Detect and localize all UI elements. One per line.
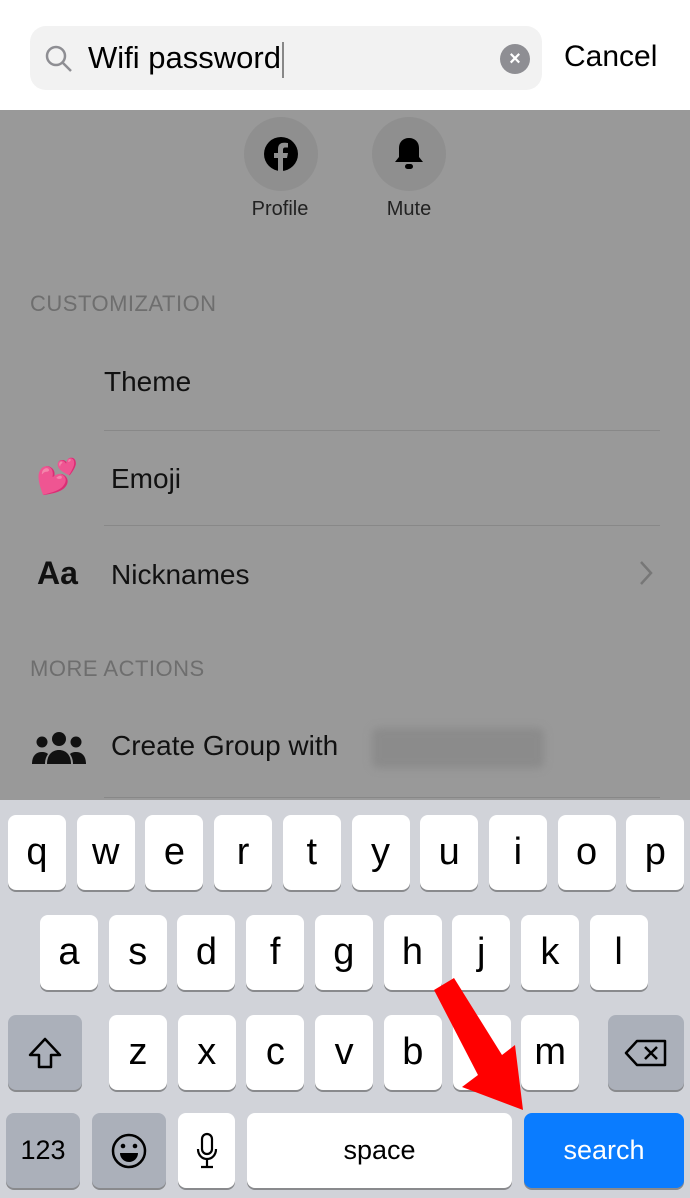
key-y[interactable]: y — [351, 815, 410, 890]
key-t[interactable]: t — [282, 815, 341, 890]
nicknames-icon: Aa — [37, 555, 78, 591]
search-input[interactable]: Wifi password × — [30, 26, 542, 90]
emoji-icon: 💕 — [36, 458, 79, 496]
microphone-icon — [196, 1132, 217, 1168]
key-s[interactable]: s — [108, 915, 167, 990]
key-f[interactable]: f — [246, 915, 305, 990]
mute-button[interactable] — [372, 117, 446, 191]
key-l[interactable]: l — [589, 915, 648, 990]
smiley-icon — [111, 1133, 147, 1168]
delete-key[interactable] — [608, 1015, 684, 1090]
clear-search-icon[interactable]: × — [500, 44, 530, 74]
facebook-icon — [264, 137, 298, 172]
key-v[interactable]: v — [315, 1015, 374, 1090]
shift-icon — [28, 1037, 62, 1068]
chevron-right-icon — [638, 559, 654, 592]
mute-label: Mute — [386, 198, 432, 220]
nicknames-label: Nicknames — [111, 559, 250, 590]
divider — [104, 525, 660, 526]
create-group-label: Create Group with — [111, 730, 339, 761]
key-u[interactable]: u — [420, 815, 479, 890]
key-q[interactable]: q — [8, 815, 66, 890]
key-a[interactable]: a — [40, 915, 98, 990]
theme-label: Theme — [104, 366, 192, 397]
key-o[interactable]: o — [557, 815, 616, 890]
search-icon — [44, 44, 74, 79]
space-key[interactable]: space — [247, 1113, 512, 1188]
numbers-key[interactable]: 123 — [6, 1113, 80, 1188]
key-e[interactable]: e — [145, 815, 204, 890]
divider — [104, 797, 660, 798]
red-arrow-annotation — [434, 978, 523, 1110]
key-g[interactable]: g — [314, 915, 373, 990]
bell-icon — [395, 138, 423, 169]
group-icon — [30, 730, 88, 771]
key-d[interactable]: d — [177, 915, 236, 990]
search-key[interactable]: search — [524, 1113, 684, 1188]
key-w[interactable]: w — [76, 815, 135, 890]
list-item-emoji[interactable]: 💕 Emoji — [0, 431, 690, 526]
emoji-key[interactable] — [92, 1113, 166, 1188]
key-x[interactable]: x — [177, 1015, 236, 1090]
keyboard: 123 space search qwertyuiopasdfghjklzxcv… — [0, 800, 690, 1198]
profile-label: Profile — [251, 198, 309, 220]
search-text: Wifi password — [88, 40, 281, 75]
redacted-name — [372, 728, 544, 768]
key-c[interactable]: c — [246, 1015, 305, 1090]
list-item-create-group[interactable]: Create Group with — [0, 700, 690, 795]
key-i[interactable]: i — [488, 815, 547, 890]
text-caret — [281, 41, 284, 78]
list-item-theme[interactable]: Theme — [0, 336, 690, 431]
backspace-icon — [624, 1039, 667, 1066]
section-header-more-actions: MORE ACTIONS — [30, 656, 205, 681]
section-header-customization: CUSTOMIZATION — [30, 291, 217, 316]
shift-key[interactable] — [8, 1015, 82, 1090]
profile-button[interactable] — [244, 117, 318, 191]
key-p[interactable]: p — [626, 815, 685, 890]
cancel-button[interactable]: Cancel — [564, 40, 657, 74]
emoji-label: Emoji — [111, 463, 182, 494]
key-r[interactable]: r — [214, 815, 273, 890]
search-header: Wifi password × Cancel — [0, 0, 690, 110]
key-z[interactable]: z — [109, 1015, 167, 1090]
dictation-key[interactable] — [178, 1113, 235, 1188]
list-item-nicknames[interactable]: Aa Nicknames — [0, 527, 690, 622]
